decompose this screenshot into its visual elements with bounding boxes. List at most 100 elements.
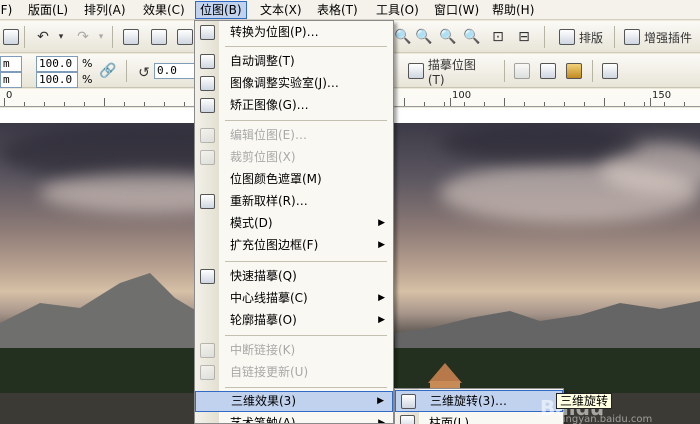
menu-item-inflate-bitmap[interactable]: 扩充位图边框(F) ▶	[195, 235, 393, 256]
submenu-arrow-icon: ▶	[377, 396, 384, 406]
redo-icon[interactable]: ↷	[72, 26, 94, 48]
scale-x-field[interactable]: 100.0	[36, 56, 78, 72]
menu-item-label: 裁剪位图(X)	[230, 150, 296, 164]
width-field[interactable]: m	[0, 56, 22, 72]
zoom-all-icon[interactable]: 🔍	[462, 26, 482, 48]
export-icon[interactable]	[148, 26, 170, 48]
toolbar-separator	[112, 26, 113, 48]
plugin-label: 增强插件	[643, 30, 692, 45]
ruler-minor-tick	[444, 102, 445, 106]
menu-item-art-strokes[interactable]: 艺术笔触(A) ▶	[195, 413, 393, 424]
resample-icon[interactable]	[564, 60, 584, 82]
layout-icon	[558, 29, 575, 45]
menu-item-convert-to-bitmap[interactable]: 转换为位图(P)…	[195, 22, 393, 43]
layout-label: 排版	[578, 30, 603, 45]
menu-item-mode[interactable]: 模式(D) ▶	[195, 213, 393, 234]
menu-item-edit-bitmap[interactable]: 编辑位图(E)…	[195, 125, 393, 146]
menu-item-label: 图像调整实验室(J)…	[230, 76, 339, 90]
menu-help[interactable]: 帮助(H)	[488, 1, 538, 19]
menu-item-quick-trace[interactable]: 快速描摹(Q)	[195, 266, 393, 287]
menu-file[interactable]: 件(F)	[0, 1, 16, 19]
menu-effects[interactable]: 效果(C)	[139, 1, 189, 19]
update-link-icon	[200, 365, 215, 380]
menu-item-centerline-trace[interactable]: 中心线描摹(C) ▶	[195, 288, 393, 309]
height-field[interactable]: m	[0, 72, 22, 88]
paste-icon[interactable]	[2, 26, 20, 48]
menu-window[interactable]: 窗口(W)	[430, 1, 483, 19]
undo-dropdown-icon[interactable]: ▾	[56, 26, 66, 48]
lock-ratio-icon[interactable]: 🔗	[98, 60, 118, 82]
menu-table[interactable]: 表格(T)	[313, 1, 362, 19]
scale-y-field[interactable]: 100.0	[36, 72, 78, 88]
menu-separator	[225, 46, 387, 47]
menu-separator	[225, 120, 387, 121]
submenu-item-3d-rotate[interactable]: 三维旋转(3)…	[395, 390, 563, 412]
ruler-minor-tick	[584, 102, 585, 106]
menu-item-resample[interactable]: 重新取样(R)…	[195, 191, 393, 212]
menu-item-3d-effects[interactable]: 三维效果(3) ▶	[195, 391, 393, 412]
plugin-icon	[623, 29, 640, 45]
zoom-page-icon[interactable]: ⊡	[488, 26, 508, 48]
menu-item-straighten-image[interactable]: 矫正图像(G)…	[195, 95, 393, 116]
import-icon[interactable]	[120, 26, 142, 48]
zoom-in-icon[interactable]: 🔍	[394, 26, 412, 48]
scale-y-unit: %	[82, 73, 93, 86]
resample-icon	[200, 194, 215, 209]
ruler-label: 0	[6, 90, 13, 101]
ruler-minor-tick	[644, 102, 645, 106]
cylinder-icon	[400, 415, 415, 424]
submenu-arrow-icon: ▶	[378, 293, 385, 303]
crop-bitmap-icon[interactable]	[512, 60, 532, 82]
plugin-button[interactable]: 增强插件	[618, 26, 698, 48]
menu-item-label: 模式(D)	[230, 216, 273, 230]
menu-item-auto-adjust[interactable]: 自动调整(T)	[195, 51, 393, 72]
menu-item-label: 自动调整(T)	[230, 54, 295, 68]
undo-icon[interactable]: ↶	[32, 26, 54, 48]
ruler-minor-tick	[144, 102, 145, 106]
zoom-out-icon[interactable]: 🔍	[414, 26, 434, 48]
tooltip: 三维旋转	[556, 393, 613, 409]
ruler-label: 150	[652, 90, 672, 101]
menu-arrange[interactable]: 排列(A)	[80, 1, 130, 19]
ruler-minor-tick	[484, 102, 485, 106]
wrap-text-icon[interactable]	[600, 60, 620, 82]
menu-item-label: 三维效果(3)	[231, 394, 296, 408]
ruler-minor-tick	[184, 102, 185, 106]
break-link-icon	[200, 343, 215, 358]
toolbar-separator	[504, 60, 505, 82]
submenu-item-cylinder[interactable]: 柱面(L)…	[395, 412, 563, 424]
rotate-icon: ↺	[138, 65, 150, 81]
menu-layout[interactable]: 版面(L)	[24, 1, 72, 19]
app-launcher-icon[interactable]	[176, 26, 194, 48]
menu-item-label: 编辑位图(E)…	[230, 128, 307, 142]
zoom-width-icon[interactable]: ⊟	[514, 26, 534, 48]
ruler-minor-tick	[164, 102, 165, 106]
ruler-minor-tick	[104, 98, 105, 106]
submenu-arrow-icon: ▶	[378, 240, 385, 250]
menu-item-bitmap-color-mask[interactable]: 位图颜色遮罩(M)	[195, 169, 393, 190]
ruler-minor-tick	[684, 102, 685, 106]
menu-item-outline-trace[interactable]: 轮廓描摹(O) ▶	[195, 310, 393, 331]
ruler-minor-tick	[124, 102, 125, 106]
toolbar-separator	[24, 26, 25, 48]
quick-trace-icon	[200, 269, 215, 284]
trace-bitmap-button[interactable]: 描摹位图(T)	[404, 58, 496, 87]
ruler-minor-tick	[4, 98, 5, 106]
submenu-arrow-icon: ▶	[378, 418, 385, 424]
redo-dropdown-icon[interactable]: ▾	[96, 26, 106, 48]
menu-item-label: 中心线描摹(C)	[230, 291, 308, 305]
zoom-selected-icon[interactable]: 🔍	[438, 26, 458, 48]
menu-bitmap[interactable]: 位图(B)	[195, 1, 247, 19]
menu-item-break-link[interactable]: 中断链接(K)	[195, 340, 393, 361]
ruler-minor-tick	[404, 98, 405, 106]
edit-bitmap-icon[interactable]	[538, 60, 558, 82]
3d-effects-submenu: 三维旋转(3)… 柱面(L)…	[394, 388, 564, 424]
menu-tools[interactable]: 工具(O)	[372, 1, 423, 19]
menu-item-update-from-link[interactable]: 自链接更新(U)	[195, 362, 393, 383]
menu-text[interactable]: 文本(X)	[256, 1, 306, 19]
menu-item-crop-bitmap[interactable]: 裁剪位图(X)	[195, 147, 393, 168]
rotation-field[interactable]: 0.0	[154, 63, 198, 79]
watermark-url: jingyan.baidu.com	[560, 414, 653, 424]
layout-button[interactable]: 排版	[552, 26, 610, 48]
menu-item-image-adjustment-lab[interactable]: 图像调整实验室(J)…	[195, 73, 393, 94]
